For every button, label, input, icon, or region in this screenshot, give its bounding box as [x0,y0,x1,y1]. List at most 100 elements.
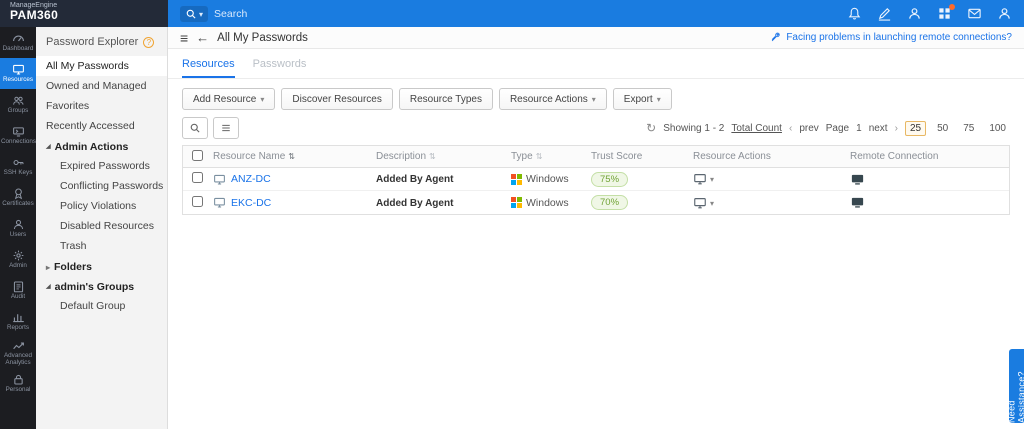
chevron-down-icon[interactable] [710,197,714,209]
total-count-link[interactable]: Total Count [731,123,782,134]
global-search[interactable]: Search [180,6,247,22]
need-assistance-tab[interactable]: Need Assistance? [1009,349,1024,423]
sidebar-item-admin[interactable]: Admin [0,244,36,275]
page-size-25[interactable]: 25 [905,121,926,136]
sidebar-item-label: Personal [6,387,31,394]
sidebar-item-certificates[interactable]: Certificates [0,182,36,213]
trust-score-badge[interactable]: 75% [591,172,628,187]
page-size-50[interactable]: 50 [933,122,952,135]
export-button[interactable]: Export [613,88,672,110]
resource-name-link[interactable]: ANZ-DC [231,173,271,185]
sidebar-item-groups[interactable]: Groups [0,89,36,120]
user-audit-icon[interactable] [907,6,922,21]
sidebar-item-ssh-keys[interactable]: SSH Keys [0,151,36,182]
sidebar-item-users[interactable]: Users [0,213,36,244]
bell-icon[interactable] [847,6,862,21]
profile-icon[interactable] [997,6,1012,21]
sidebar-item-advanced-analytics[interactable]: Advanced Analytics [0,337,36,368]
signature-icon[interactable] [877,6,892,21]
back-icon[interactable] [196,30,209,45]
apps-icon[interactable] [937,6,952,21]
list-icon [220,122,232,134]
chevron-down-icon[interactable] [710,173,714,185]
windows-icon [511,174,522,185]
explorer-item-favorites[interactable]: Favorites [36,96,167,116]
trend-icon [12,339,25,352]
notification-badge [949,4,955,10]
sidebar-item-label: Resources [3,77,33,84]
resource-name-link[interactable]: EKC-DC [231,197,271,209]
toolbar: Add Resource Discover Resources Resource… [168,79,1024,115]
table-header-row: Resource Name Description Type Trust Sco… [183,146,1009,168]
header-resource-name[interactable]: Resource Name [213,151,295,162]
button-label: Export [624,94,653,105]
page-label: Page [826,123,849,134]
chevron-down-icon [592,94,596,105]
mail-icon[interactable] [967,6,982,21]
gear-icon [12,249,25,262]
explorer-item-all-my-passwords[interactable]: All My Passwords [36,56,167,76]
sidebar-item-connections[interactable]: Connections [0,120,36,151]
gauge-icon [12,32,25,45]
explorer-group-folders[interactable]: Folders [36,256,167,276]
topbar-icons [847,6,1012,21]
resource-action-monitor-icon[interactable] [693,196,707,210]
help-icon[interactable]: ? [143,37,154,48]
explorer-item-recently-accessed[interactable]: Recently Accessed [36,116,167,136]
prev-page-button[interactable]: prev [799,123,818,134]
page-title: All My Passwords [217,32,308,44]
main-content: All My Passwords Facing problems in laun… [168,27,1024,429]
remote-connection-icon[interactable] [850,172,1009,187]
pam360-app: ManageEngine PAM360 Search [0,0,1024,429]
discover-resources-button[interactable]: Discover Resources [281,88,392,110]
search-scope-selector[interactable] [180,6,208,22]
brand-logo: ManageEngine PAM360 [0,0,168,27]
explorer-item-default-group[interactable]: Default Group [36,296,167,316]
header-type[interactable]: Type [511,151,542,162]
sidebar-item-audit[interactable]: Audit [0,275,36,306]
table-row: ANZ-DC Added By Agent Windows 75% [183,168,1009,191]
header-description[interactable]: Description [376,151,436,162]
explorer-item-policy-violations[interactable]: Policy Violations [36,196,167,216]
next-page-button[interactable]: next [869,123,888,134]
sidebar-item-dashboard[interactable]: Dashboard [0,27,36,58]
remote-connection-help-link[interactable]: Facing problems in launching remote conn… [770,32,1012,43]
resource-description: Added By Agent [376,174,453,185]
row-checkbox[interactable] [192,196,203,207]
explorer-title: Password Explorer ? [36,27,167,56]
resource-actions-button[interactable]: Resource Actions [499,88,607,110]
chevron-down-icon [260,94,264,105]
menu-icon[interactable] [180,30,188,46]
groups-icon [12,94,25,107]
add-resource-button[interactable]: Add Resource [182,88,275,110]
page-size-75[interactable]: 75 [959,122,978,135]
sidebar-item-label: Advanced Analytics [1,353,35,367]
remote-connection-icon[interactable] [850,195,1009,210]
sidebar-item-reports[interactable]: Reports [0,306,36,337]
explorer-item-conflicting-passwords[interactable]: Conflicting Passwords [36,176,167,196]
tab-resources[interactable]: Resources [182,58,235,78]
resource-description: Added By Agent [376,198,453,209]
resource-types-button[interactable]: Resource Types [399,88,493,110]
trust-score-badge[interactable]: 70% [591,195,628,210]
sidebar-item-resources[interactable]: Resources [0,58,36,89]
tab-passwords[interactable]: Passwords [253,58,307,78]
page-size-100[interactable]: 100 [985,122,1010,135]
sidebar-item-personal[interactable]: Personal [0,368,36,399]
resource-type: Windows [526,173,569,185]
explorer-item-trash[interactable]: Trash [36,236,167,256]
explorer-group-admins-groups[interactable]: admin's Groups [36,276,167,296]
row-checkbox[interactable] [192,172,203,183]
refresh-icon[interactable] [646,121,656,135]
select-all-checkbox[interactable] [192,150,203,161]
column-list-button[interactable] [213,117,239,139]
explorer-item-expired-passwords[interactable]: Expired Passwords [36,156,167,176]
table-search-button[interactable] [182,117,208,139]
password-explorer-panel: Password Explorer ? All My Passwords Own… [36,27,168,429]
resource-action-monitor-icon[interactable] [693,172,707,186]
explorer-item-owned-and-managed[interactable]: Owned and Managed [36,76,167,96]
explorer-item-disabled-resources[interactable]: Disabled Resources [36,216,167,236]
page-number[interactable]: 1 [856,123,862,134]
explorer-group-admin-actions[interactable]: Admin Actions [36,136,167,156]
search-placeholder[interactable]: Search [214,8,247,20]
